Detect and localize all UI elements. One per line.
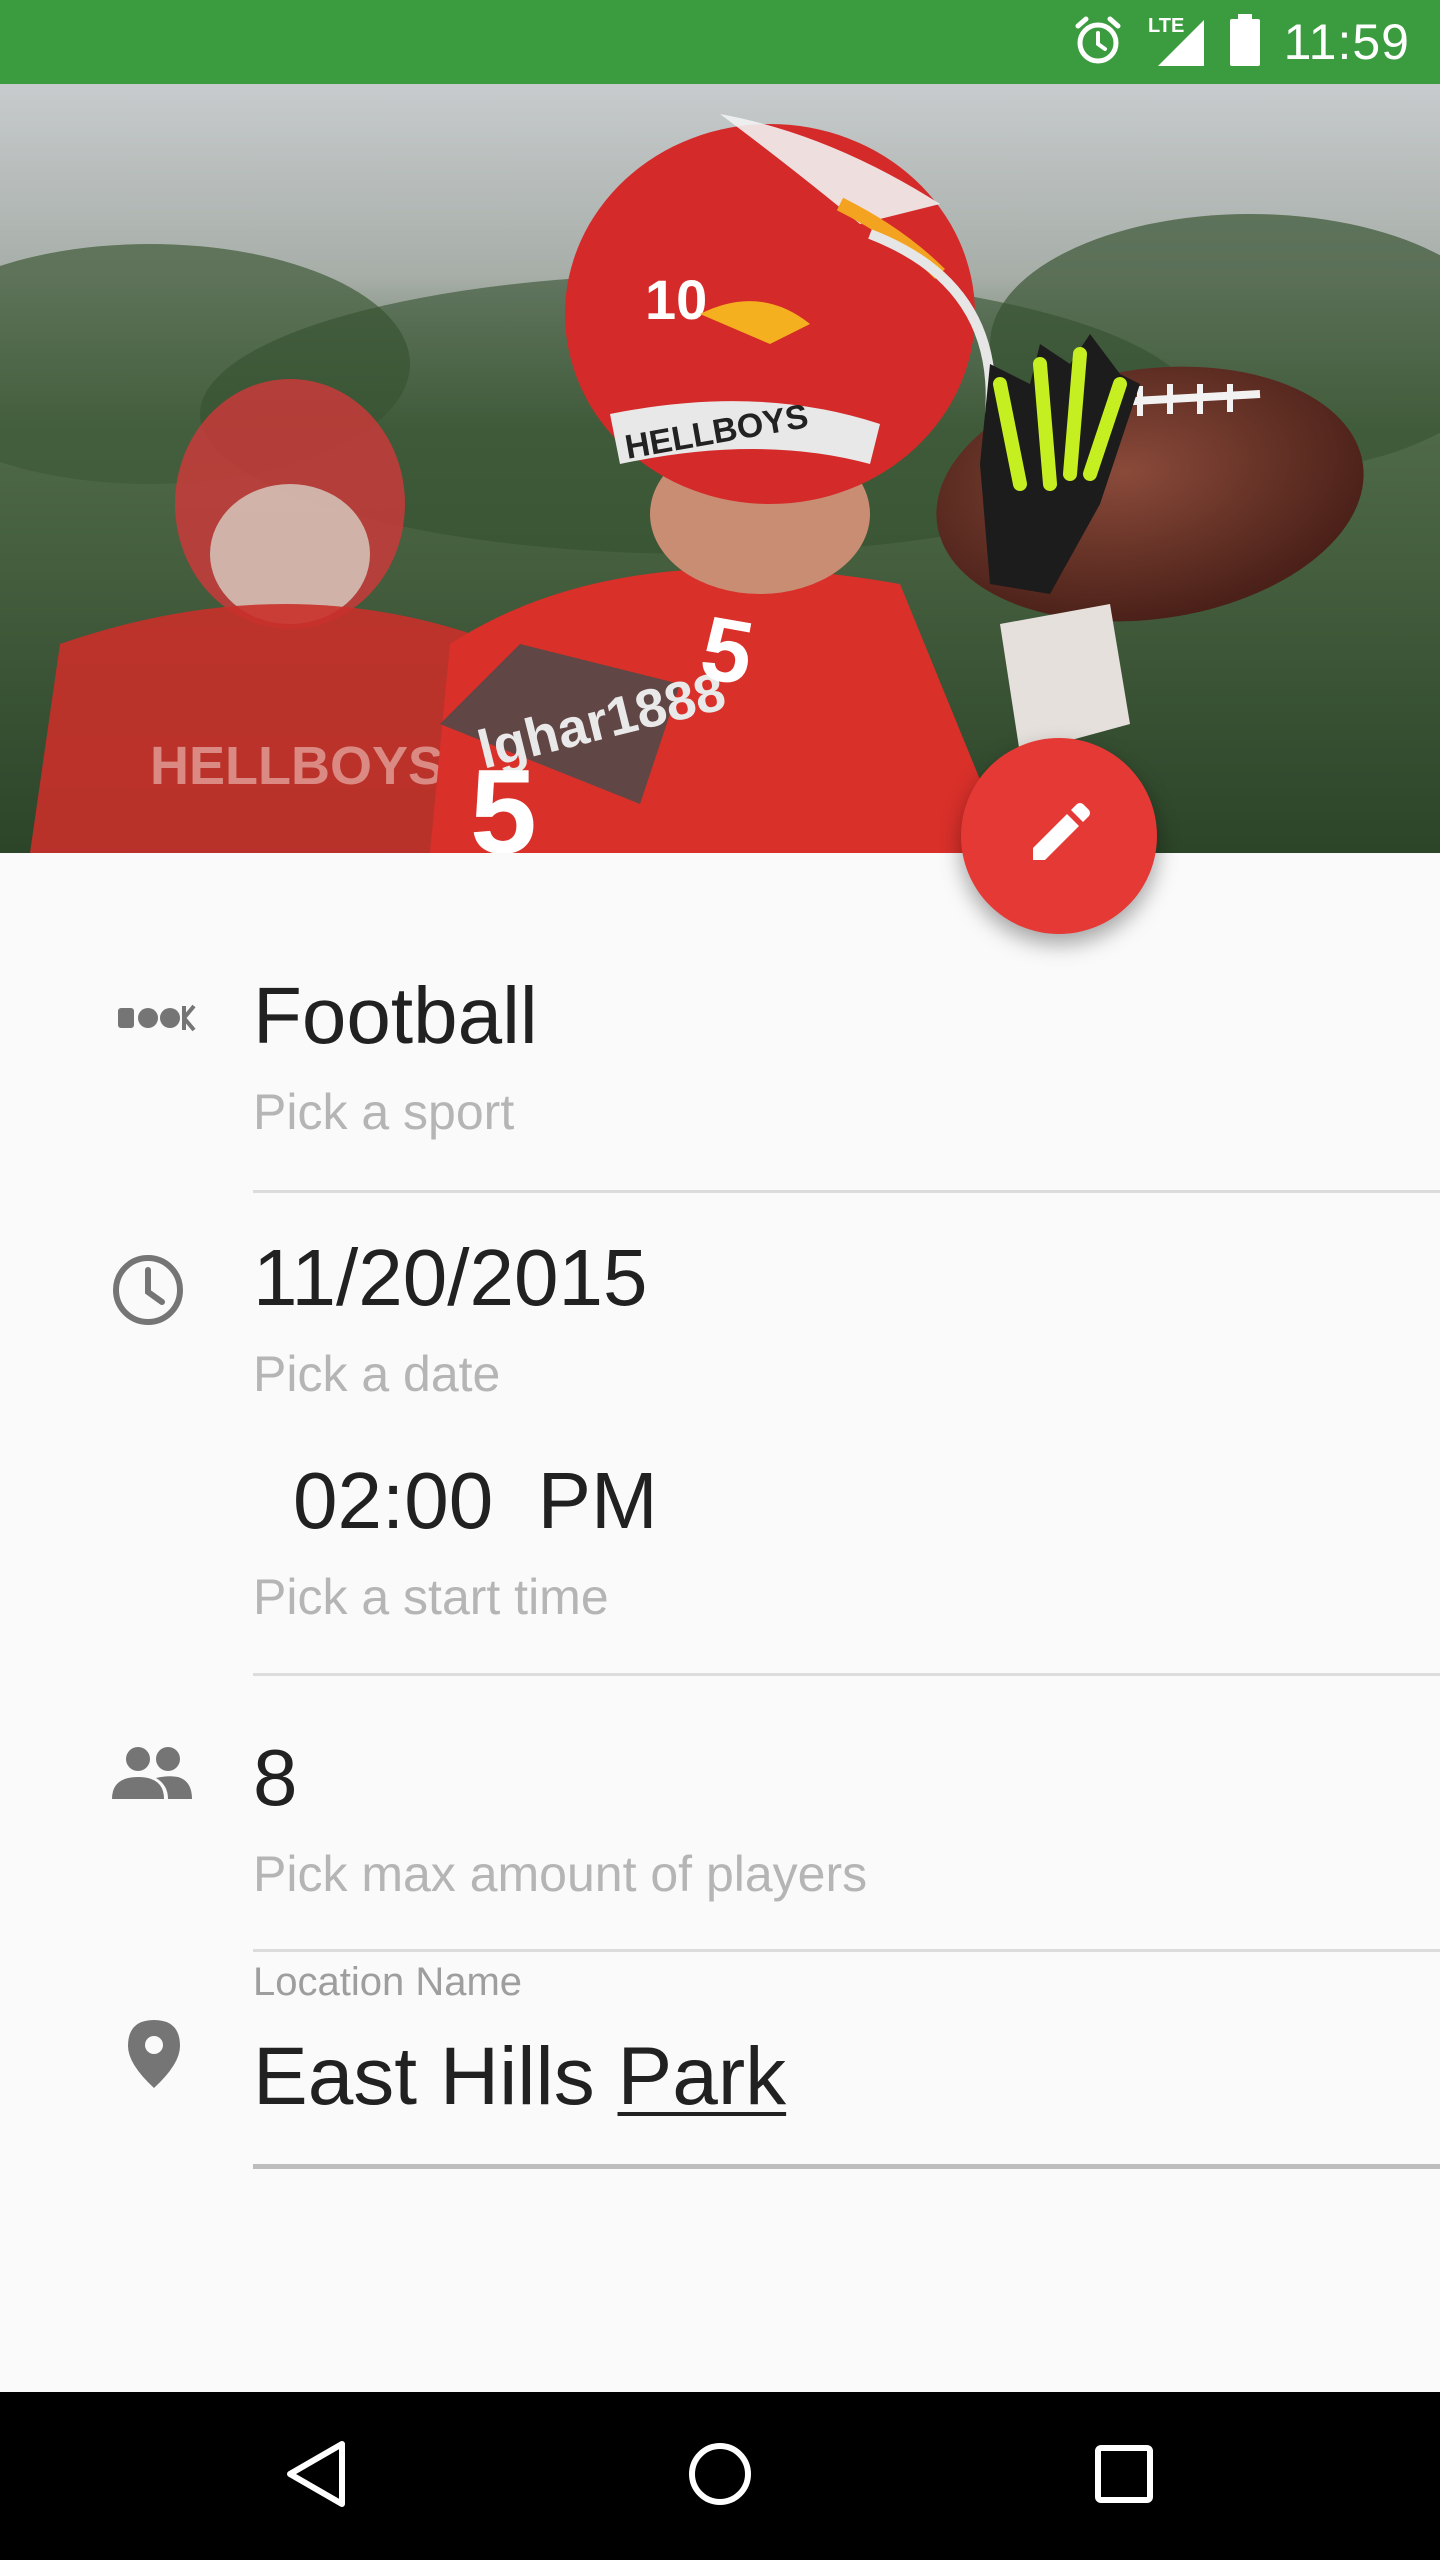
lte-signal-icon: LTE [1146,12,1206,73]
recents-button[interactable] [1044,2392,1204,2560]
time-hint: Pick a start time [253,1569,609,1625]
svg-text:5: 5 [470,745,537,853]
divider [253,1190,1440,1193]
location-text-underlined: Park [617,2031,787,2122]
divider [253,1673,1440,1676]
time-value[interactable]: 02:00 PM [293,1455,658,1547]
people-icon [112,1745,192,1806]
back-button[interactable] [236,2392,396,2560]
helmet-number: 10 [645,268,707,331]
home-icon [686,2440,754,2513]
divider [253,1949,1440,1952]
sport-value[interactable]: Football [253,970,538,1062]
navigation-bar [0,2392,1440,2560]
location-text-part: East Hills [253,2031,618,2122]
location-underline [253,2164,1440,2169]
status-icons: LTE 11:59 [1072,0,1410,84]
status-bar: LTE 11:59 [0,0,1440,84]
home-button[interactable] [640,2392,800,2560]
back-icon [284,2438,348,2515]
sport-icon [110,998,200,1043]
location-label: Location Name [253,1960,523,2004]
date-hint: Pick a date [253,1346,501,1402]
clock-icon [110,1252,186,1333]
location-pin-icon [126,2018,182,2095]
date-value[interactable]: 11/20/2015 [253,1232,647,1324]
recents-icon [1094,2444,1154,2509]
svg-text:HELLBOYS: HELLBOYS [150,736,444,796]
alarm-icon [1072,14,1124,71]
sport-hint: Pick a sport [253,1084,515,1140]
players-value[interactable]: 8 [253,1732,298,1824]
network-label: LTE [1148,15,1184,37]
hero-image: HELLBOYS lghar1888 5 5 HELLBOYS 10 [0,84,1440,853]
players-hint: Pick max amount of players [253,1846,868,1902]
location-input[interactable]: East Hills Park [253,2030,786,2124]
status-time: 11:59 [1283,14,1410,70]
battery-icon [1228,12,1262,73]
edit-fab-button[interactable] [961,738,1157,934]
pencil-icon [1027,802,1091,871]
